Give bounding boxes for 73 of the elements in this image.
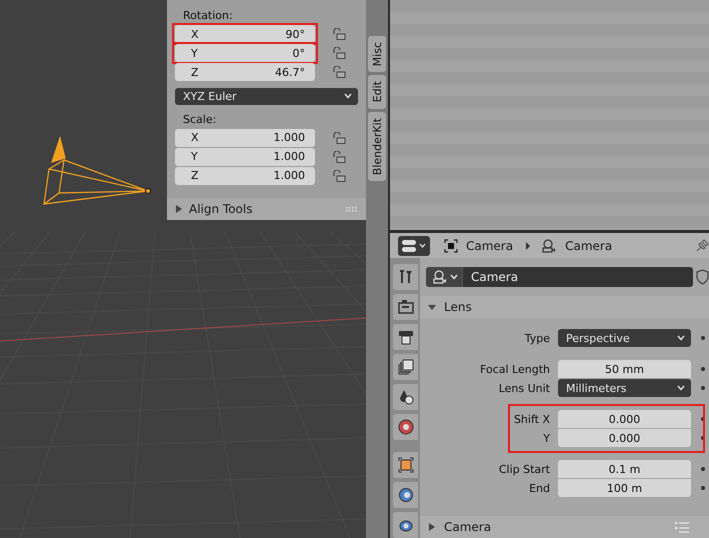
disclosure-triangle-icon xyxy=(428,303,436,311)
toggle-icon xyxy=(401,238,427,252)
globe-icon xyxy=(398,419,414,435)
chevron-icon xyxy=(344,93,352,100)
rotation-mode-dropdown[interactable]: XYZ Euler xyxy=(175,88,358,105)
wrench-screwdriver-icon xyxy=(398,269,414,285)
number-field[interactable]: 0.1 m xyxy=(558,460,691,478)
physics-tab[interactable] xyxy=(393,512,418,538)
render-tab[interactable] xyxy=(393,294,418,320)
property-label: Y xyxy=(542,432,550,444)
disclosure-triangle-icon xyxy=(428,523,436,531)
sidebar-tab[interactable]: BlenderKit xyxy=(368,112,386,181)
padlock-icon[interactable] xyxy=(332,28,346,40)
panel-title: Lens xyxy=(444,300,472,314)
sidebar-tab[interactable]: Misc xyxy=(368,36,386,72)
property-label: Clip Start xyxy=(498,462,550,476)
number-field[interactable]: Z 46.7° xyxy=(175,63,315,81)
view-layer-tab[interactable] xyxy=(393,354,418,380)
property-label: Lens Unit xyxy=(498,382,550,394)
printer-icon xyxy=(398,329,414,345)
property-label: Shift X xyxy=(512,412,550,426)
number-field[interactable]: X 90° xyxy=(175,25,315,43)
panel-title: Align Tools xyxy=(189,202,252,216)
scene-tab[interactable] xyxy=(393,384,418,410)
camera-body-icon xyxy=(398,299,414,315)
ring-icon xyxy=(398,487,414,503)
panel-header[interactable]: Lens xyxy=(420,296,709,318)
pin-icon[interactable] xyxy=(695,238,709,252)
number-field[interactable]: 0.000 xyxy=(558,410,691,428)
number-field[interactable]: Y 1.000 xyxy=(175,148,315,166)
disclosure-triangle-icon xyxy=(175,204,183,213)
dropdown[interactable]: Perspective xyxy=(558,329,691,347)
number-field[interactable]: 50 mm xyxy=(558,360,691,378)
output-tab[interactable] xyxy=(393,324,418,350)
constraint-tab[interactable] xyxy=(393,482,418,508)
padlock-icon[interactable] xyxy=(332,132,346,144)
property-label: Type xyxy=(524,332,550,344)
object-icon xyxy=(444,238,458,252)
number-field[interactable]: Z 1.000 xyxy=(175,166,315,185)
padlock-icon[interactable] xyxy=(332,170,346,182)
panel-title: Camera xyxy=(444,520,492,534)
number-field[interactable]: X 1.000 xyxy=(175,128,315,147)
section-label: Rotation: xyxy=(182,9,234,23)
padlock-icon[interactable] xyxy=(332,150,346,163)
camera-data-dropdown[interactable] xyxy=(426,267,463,287)
property-label: End xyxy=(528,482,550,494)
shapes-icon xyxy=(398,389,414,405)
square-icon xyxy=(398,457,414,473)
padlock-icon[interactable] xyxy=(332,66,346,78)
drag-handle-icon[interactable] xyxy=(346,206,358,212)
section-label: Scale: xyxy=(182,112,218,127)
datablock-field[interactable]: Camera xyxy=(426,267,693,287)
tool-tab[interactable] xyxy=(393,264,418,290)
chevron-icon xyxy=(677,335,685,341)
shield-icon[interactable] xyxy=(696,269,709,285)
panel-header[interactable]: Align Tools xyxy=(167,198,366,220)
number-field[interactable]: 0.000 xyxy=(558,429,691,447)
image-stack-icon xyxy=(398,359,414,375)
padlock-icon[interactable] xyxy=(332,47,346,59)
property-label: Focal Length xyxy=(479,362,550,376)
number-field[interactable]: Y 0° xyxy=(175,44,315,62)
dropdown[interactable]: Millimeters xyxy=(558,379,691,397)
breadcrumb-label: Camera xyxy=(466,238,514,252)
object-tab[interactable] xyxy=(393,452,418,478)
sidebar-tab[interactable]: Edit xyxy=(368,75,386,109)
chevron-icon xyxy=(677,385,685,391)
breadcrumb-arrow-icon xyxy=(525,242,532,250)
world-tab[interactable] xyxy=(393,414,418,440)
number-field[interactable]: 100 m xyxy=(558,479,691,497)
breadcrumb-label: Camera xyxy=(565,238,612,252)
chevron-icon xyxy=(450,274,458,280)
panel-header[interactable]: Camera xyxy=(420,516,709,538)
editor-type-button[interactable] xyxy=(398,236,430,256)
